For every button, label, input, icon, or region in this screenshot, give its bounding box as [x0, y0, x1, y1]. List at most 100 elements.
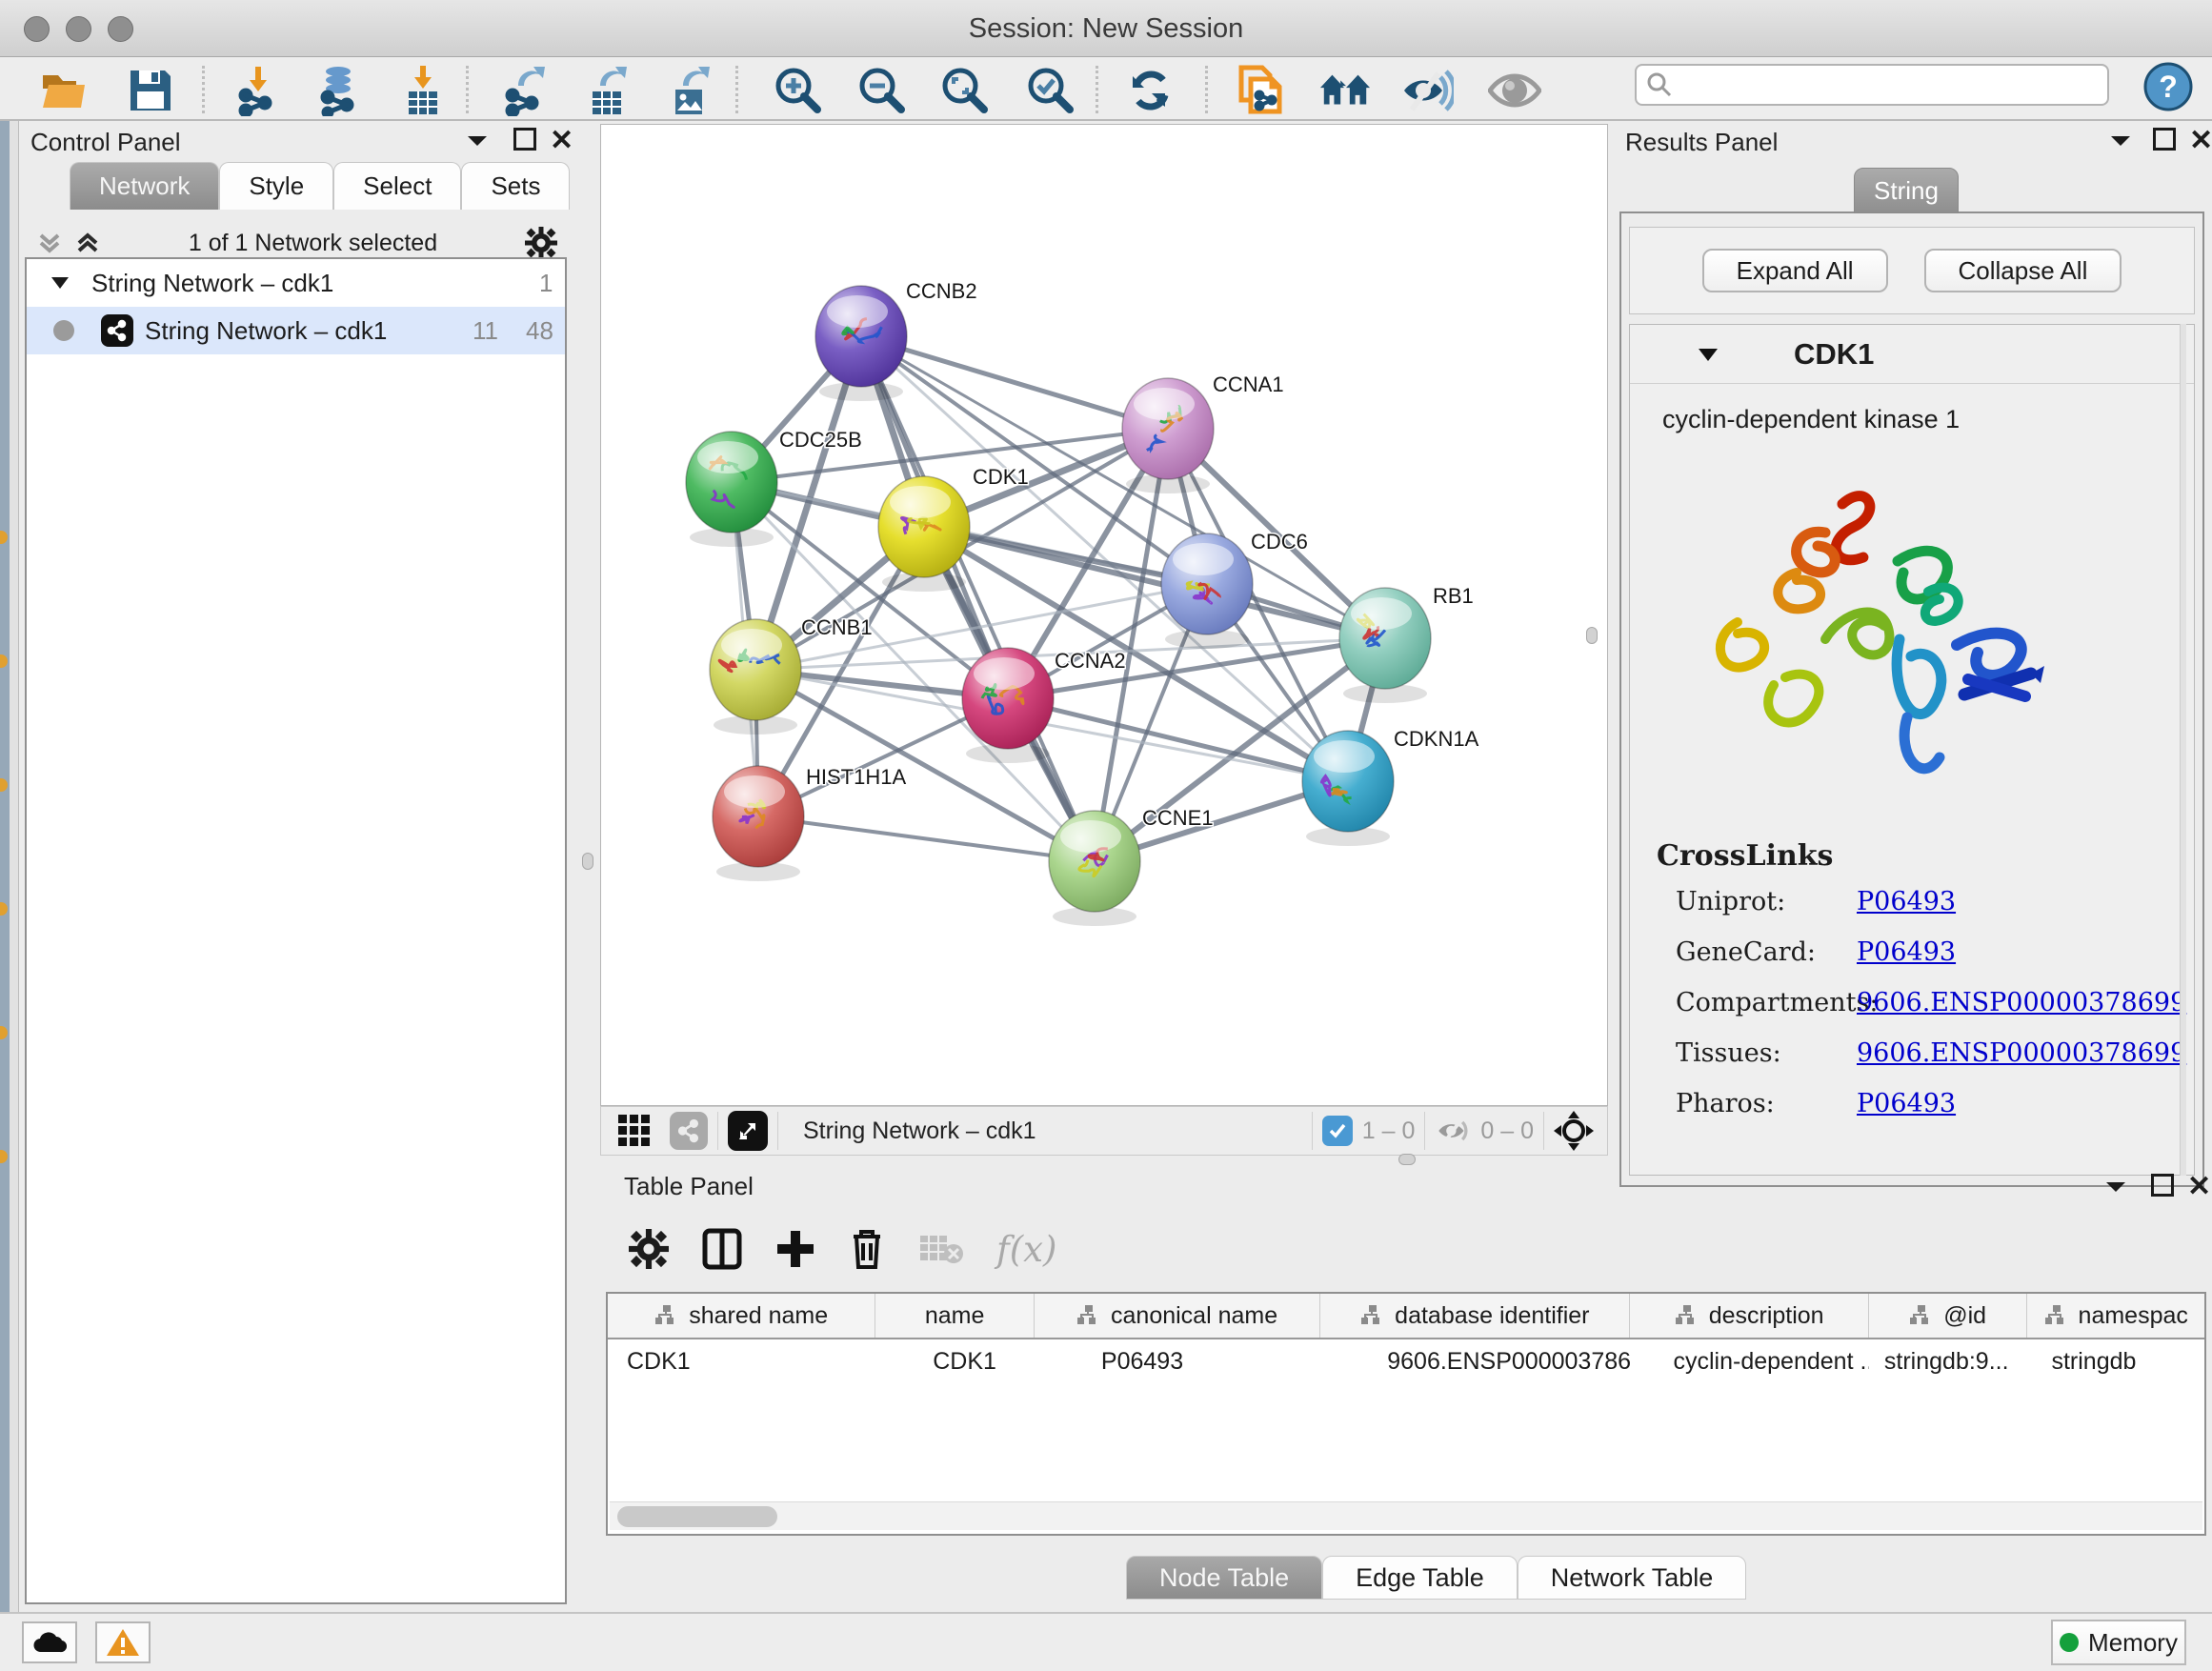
network-node-HIST1H1A[interactable] [713, 766, 804, 881]
zoom-in-icon[interactable] [772, 64, 825, 117]
tab-select[interactable]: Select [333, 162, 461, 210]
node-table: shared name name canonical name database… [606, 1292, 2206, 1536]
crosslink-label: Tissues: [1676, 1038, 1781, 1068]
crosslink-uniprot-link[interactable]: P06493 [1857, 887, 1956, 916]
network-options-gear-icon[interactable] [525, 227, 557, 259]
network-tree: String Network – cdk1 1 String Network –… [25, 257, 567, 1604]
close-panel-icon[interactable]: ✕ [2189, 124, 2212, 157]
toolbar-separator [1205, 66, 1208, 113]
import-network-icon[interactable] [231, 64, 285, 117]
network-view-canvas[interactable]: CCNB2CCNA1CDC25BCDK1CDC6RB1CCNB1CCNA2CDK… [600, 124, 1608, 1106]
collection-expand-icon[interactable] [50, 274, 70, 292]
results-scrollbar[interactable] [2180, 324, 2186, 1176]
network-node-CDKN1A[interactable] [1302, 731, 1394, 846]
close-panel-icon[interactable]: ✕ [2187, 1170, 2211, 1203]
left-splitter-grip[interactable] [582, 853, 593, 870]
crosslink-label: GeneCard: [1676, 937, 1816, 967]
zoom-selected-icon[interactable] [1024, 64, 1077, 117]
show-all-icon[interactable] [1488, 64, 1541, 117]
cloud-icon [32, 1631, 67, 1654]
save-session-icon[interactable] [124, 64, 177, 117]
column-header[interactable]: name [875, 1294, 1035, 1338]
crosslink-pharos-link[interactable]: P06493 [1857, 1089, 1956, 1118]
delete-column-icon[interactable] [848, 1227, 886, 1271]
network-row-selected[interactable]: String Network – cdk1 11 48 [27, 307, 565, 354]
tab-style[interactable]: Style [219, 162, 333, 210]
network-collection-row[interactable]: String Network – cdk1 1 [27, 259, 565, 307]
network-node-CCNB2[interactable] [815, 286, 907, 401]
network-node-CCNB1[interactable] [710, 619, 801, 735]
collapse-panel-icon[interactable] [2103, 1178, 2128, 1197]
network-share-view-icon[interactable] [670, 1112, 708, 1150]
expand-all-button[interactable]: Expand All [1702, 249, 1888, 292]
column-header[interactable]: shared name [608, 1294, 875, 1338]
import-network-from-database-icon[interactable] [312, 64, 365, 117]
tab-string[interactable]: String [1854, 168, 1959, 213]
right-splitter-grip[interactable] [1586, 627, 1598, 644]
hide-selected-icon[interactable] [1400, 64, 1454, 117]
warnings-button[interactable] [95, 1621, 151, 1663]
clone-network-icon[interactable] [1234, 64, 1287, 117]
tab-network[interactable]: Network [70, 162, 219, 210]
network-node-CCNA1[interactable] [1122, 378, 1214, 493]
tab-edge-table[interactable]: Edge Table [1322, 1556, 1518, 1600]
column-header[interactable]: description [1630, 1294, 1868, 1338]
export-table-icon[interactable] [580, 64, 633, 117]
selected-checkbox-icon[interactable] [1322, 1116, 1353, 1146]
collection-label: String Network – cdk1 [91, 269, 333, 298]
collapse-all-button[interactable]: Collapse All [1924, 249, 2122, 292]
column-header[interactable]: canonical name [1035, 1294, 1320, 1338]
float-panel-icon[interactable] [2153, 128, 2176, 151]
hidden-eye-icon[interactable] [1435, 1115, 1473, 1147]
first-neighbors-icon[interactable] [1318, 64, 1372, 117]
tab-node-table[interactable]: Node Table [1126, 1556, 1322, 1600]
gene-section-header[interactable]: CDK1 [1630, 325, 2194, 384]
zoom-fit-icon[interactable] [938, 64, 992, 117]
birds-eye-view-icon[interactable] [728, 1111, 768, 1151]
selected-counts: 1 – 0 [1362, 1117, 1416, 1145]
float-panel-icon[interactable] [2151, 1174, 2174, 1197]
table-horizontal-scrollbar[interactable] [610, 1501, 2202, 1530]
export-network-icon[interactable] [498, 64, 552, 117]
search-field[interactable] [1635, 64, 2109, 106]
cloud-services-button[interactable] [22, 1621, 77, 1663]
crosslink-compartments-link[interactable]: 9606.ENSP00000378699 [1857, 988, 2186, 1017]
open-session-icon[interactable] [37, 64, 90, 117]
crosslink-genecard-link[interactable]: P06493 [1857, 937, 1956, 967]
create-column-icon[interactable] [775, 1229, 815, 1269]
help-icon[interactable]: ? [2143, 62, 2193, 111]
fit-content-crosshair-icon[interactable] [1554, 1111, 1594, 1151]
column-header[interactable]: database identifier [1320, 1294, 1630, 1338]
close-panel-icon[interactable]: ✕ [550, 124, 573, 157]
refresh-icon[interactable] [1124, 64, 1177, 117]
memory-button[interactable]: Memory [2051, 1620, 2186, 1665]
network-node-CCNA2[interactable] [962, 648, 1054, 763]
crosslink-tissues-link[interactable]: 9606.ENSP00000378699 [1857, 1038, 2186, 1068]
zoom-out-icon[interactable] [855, 64, 909, 117]
column-header[interactable]: @id [1869, 1294, 2028, 1338]
collapse-panel-icon[interactable] [2108, 131, 2133, 151]
network-node-CCNE1[interactable] [1049, 811, 1140, 926]
table-options-gear-icon[interactable] [629, 1229, 669, 1269]
search-input[interactable] [1673, 71, 2082, 98]
edge-count: 48 [526, 316, 553, 346]
table-panel-title: Table Panel [624, 1172, 754, 1201]
network-grid-view-icon[interactable] [616, 1113, 653, 1149]
table-row[interactable]: CDK1 CDK1 P06493 9606.ENSP00000378699 cy… [608, 1339, 2204, 1383]
section-collapse-icon[interactable] [1697, 346, 1719, 363]
network-node-CDC25B[interactable] [686, 432, 777, 547]
scrollbar-thumb[interactable] [617, 1506, 777, 1527]
column-header[interactable]: namespac [2027, 1294, 2204, 1338]
network-node-RB1[interactable] [1339, 588, 1431, 703]
tab-sets[interactable]: Sets [461, 162, 570, 210]
export-image-icon[interactable] [663, 64, 716, 117]
float-panel-icon[interactable] [513, 128, 536, 151]
collapse-all-networks-icon[interactable] [36, 230, 63, 256]
string-network-graph[interactable]: CCNB2CCNA1CDC25BCDK1CDC6RB1CCNB1CCNA2CDK… [601, 125, 1607, 1105]
show-columns-icon[interactable] [701, 1227, 743, 1271]
collapse-panel-icon[interactable] [465, 131, 490, 151]
import-table-icon[interactable] [396, 64, 450, 117]
expand-all-networks-icon[interactable] [74, 230, 101, 256]
tab-network-table[interactable]: Network Table [1518, 1556, 1747, 1600]
node-label-CCNE1: CCNE1 [1142, 806, 1214, 830]
